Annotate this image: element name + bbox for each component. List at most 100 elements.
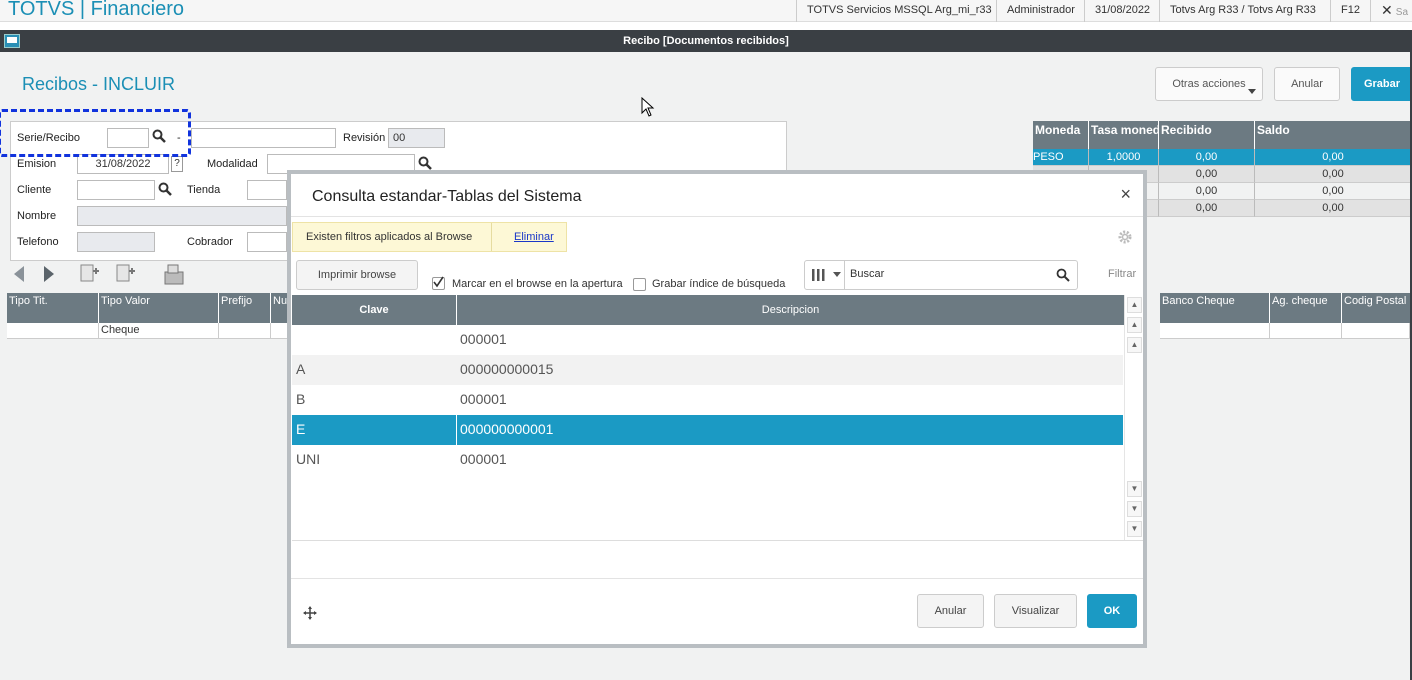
cobrador-input[interactable]	[247, 232, 287, 252]
table-row[interactable]: B 000001	[292, 385, 1123, 415]
divider	[292, 540, 1143, 541]
company-info[interactable]: Totvs Arg R33 / Totvs Arg R33	[1159, 0, 1326, 22]
search-input[interactable]: Buscar	[850, 268, 884, 280]
standard-query-dialog: Consulta estandar-Tablas del Sistema × E…	[287, 170, 1147, 648]
scroll-top-icon[interactable]: ▲	[1127, 297, 1142, 313]
window-title-bar: Recibo [Documentos recibidos]	[0, 30, 1412, 52]
emision-input[interactable]: 31/08/2022	[77, 154, 169, 174]
serie-dash: -	[177, 132, 181, 144]
column-header[interactable]: Tasa moned	[1089, 121, 1159, 149]
column-header[interactable]: Prefijo	[219, 293, 271, 323]
table-cell[interactable]	[7, 323, 99, 339]
column-selector-button[interactable]	[805, 261, 845, 289]
date-help-button[interactable]: ?	[171, 156, 183, 172]
table-cell[interactable]: Cheque	[99, 323, 219, 339]
table-row[interactable]: UNI 000001	[292, 445, 1123, 475]
environment-info[interactable]: TOTVS Servicios MSSQL Arg_mi_r33	[796, 0, 1002, 22]
cash-register-icon[interactable]	[162, 262, 186, 286]
table-cell[interactable]	[1160, 323, 1270, 339]
table-row[interactable]: A 000000000015	[292, 355, 1123, 385]
nombre-field	[77, 206, 287, 226]
move-icon[interactable]	[303, 606, 317, 620]
search-icon[interactable]	[1056, 268, 1070, 282]
column-header[interactable]: Clave	[292, 295, 457, 325]
chevron-down-icon	[1248, 89, 1256, 94]
arrow-right-icon[interactable]	[42, 264, 56, 284]
table-cell: 000000000001	[460, 421, 554, 437]
column-header[interactable]: Ag. cheque	[1270, 293, 1342, 323]
table-cell: 0,00	[1255, 183, 1412, 200]
cancel-button[interactable]: Anular	[1274, 67, 1340, 101]
column-header[interactable]: Tipo Valor	[99, 293, 219, 323]
table-cell: 0,00	[1159, 166, 1255, 183]
search-icon[interactable]	[152, 129, 166, 143]
search-icon[interactable]	[418, 156, 432, 170]
divider	[291, 216, 1143, 217]
search-icon[interactable]	[158, 182, 172, 196]
copy-document-icon[interactable]	[114, 262, 136, 284]
table-cell[interactable]	[219, 323, 271, 339]
table-cell: E	[296, 421, 306, 437]
table-row[interactable]: 000001	[292, 325, 1123, 355]
date-info[interactable]: 31/08/2022	[1084, 0, 1160, 22]
save-button[interactable]: Grabar	[1351, 67, 1412, 101]
table-cell: 000001	[460, 391, 507, 407]
f12-button[interactable]: F12	[1330, 0, 1370, 22]
table-row-selected[interactable]: E 000000000001	[292, 415, 1123, 445]
mouse-cursor-icon	[641, 97, 655, 117]
scroll-bottom-icon[interactable]: ▼	[1127, 521, 1142, 537]
table-cell: 0,00	[1255, 166, 1412, 183]
emision-label: Emision	[17, 158, 57, 170]
table-cell[interactable]	[1342, 323, 1410, 339]
tienda-label: Tienda	[187, 184, 221, 196]
column-header[interactable]: Saldo	[1255, 121, 1412, 149]
tienda-input[interactable]	[247, 180, 287, 200]
table-row[interactable]: PESO 1,0000 0,00 0,00	[1033, 149, 1412, 166]
gear-icon[interactable]	[1117, 229, 1133, 245]
column-header[interactable]: Codig Postal	[1342, 293, 1410, 323]
view-button[interactable]: Visualizar	[994, 594, 1077, 628]
mark-on-open-checkbox[interactable]	[432, 276, 445, 290]
table-cell[interactable]	[1270, 323, 1342, 339]
ok-button[interactable]: OK	[1087, 594, 1137, 628]
telefono-field	[77, 232, 155, 252]
recibo-input[interactable]	[191, 128, 336, 148]
table-cell: 0,00	[1255, 200, 1412, 217]
cancel-button[interactable]: Anular	[917, 594, 984, 628]
table-cell: 1,0000	[1089, 149, 1159, 166]
query-grid-header: Clave Descripcion	[292, 295, 1124, 325]
save-index-checkbox[interactable]	[633, 278, 646, 291]
add-document-icon[interactable]	[78, 262, 100, 284]
table-cell: 000001	[460, 331, 507, 347]
window-icon[interactable]	[4, 34, 20, 48]
modalidad-label: Modalidad	[207, 158, 258, 170]
column-header[interactable]: Recibido	[1159, 121, 1255, 149]
exit-button[interactable]: ✕ Sa	[1370, 0, 1412, 22]
save-index-label: Grabar índice de búsqueda	[652, 278, 786, 290]
cliente-input[interactable]	[77, 180, 155, 200]
divider	[291, 578, 1143, 579]
table-cell: 000001	[460, 451, 507, 467]
user-info[interactable]: Administrador	[996, 0, 1085, 22]
scroll-down-icon[interactable]: ▼	[1127, 481, 1142, 497]
close-icon[interactable]: ×	[1120, 184, 1131, 205]
other-actions-button[interactable]: Otras acciones	[1155, 67, 1263, 101]
column-header[interactable]: Moneda	[1033, 121, 1089, 149]
print-browse-button[interactable]: Imprimir browse	[296, 260, 418, 290]
table-cell: 000000000015	[460, 361, 554, 377]
scroll-up-icon[interactable]: ▲	[1127, 337, 1142, 353]
telefono-label: Telefono	[17, 236, 59, 248]
scroll-page-down-icon[interactable]: ▼	[1127, 501, 1142, 517]
column-header[interactable]: Banco Cheque	[1160, 293, 1270, 323]
arrow-left-icon[interactable]	[12, 264, 26, 284]
exit-label: Sa	[1395, 7, 1409, 18]
grid-scrollbar[interactable]: ▲ ▲ ▲ ▼ ▼ ▼	[1124, 295, 1143, 540]
scroll-page-up-icon[interactable]: ▲	[1127, 317, 1142, 333]
filter-link[interactable]: Filtrar	[1108, 268, 1136, 280]
remove-filter-link[interactable]: Eliminar	[514, 231, 554, 243]
search-box: Buscar	[804, 260, 1078, 290]
column-header[interactable]: Tipo Tit.	[7, 293, 99, 323]
serie-input[interactable]	[107, 128, 149, 148]
dialog-title: Consulta estandar-Tablas del Sistema	[312, 188, 582, 205]
column-header[interactable]: Descripcion	[457, 295, 1124, 325]
